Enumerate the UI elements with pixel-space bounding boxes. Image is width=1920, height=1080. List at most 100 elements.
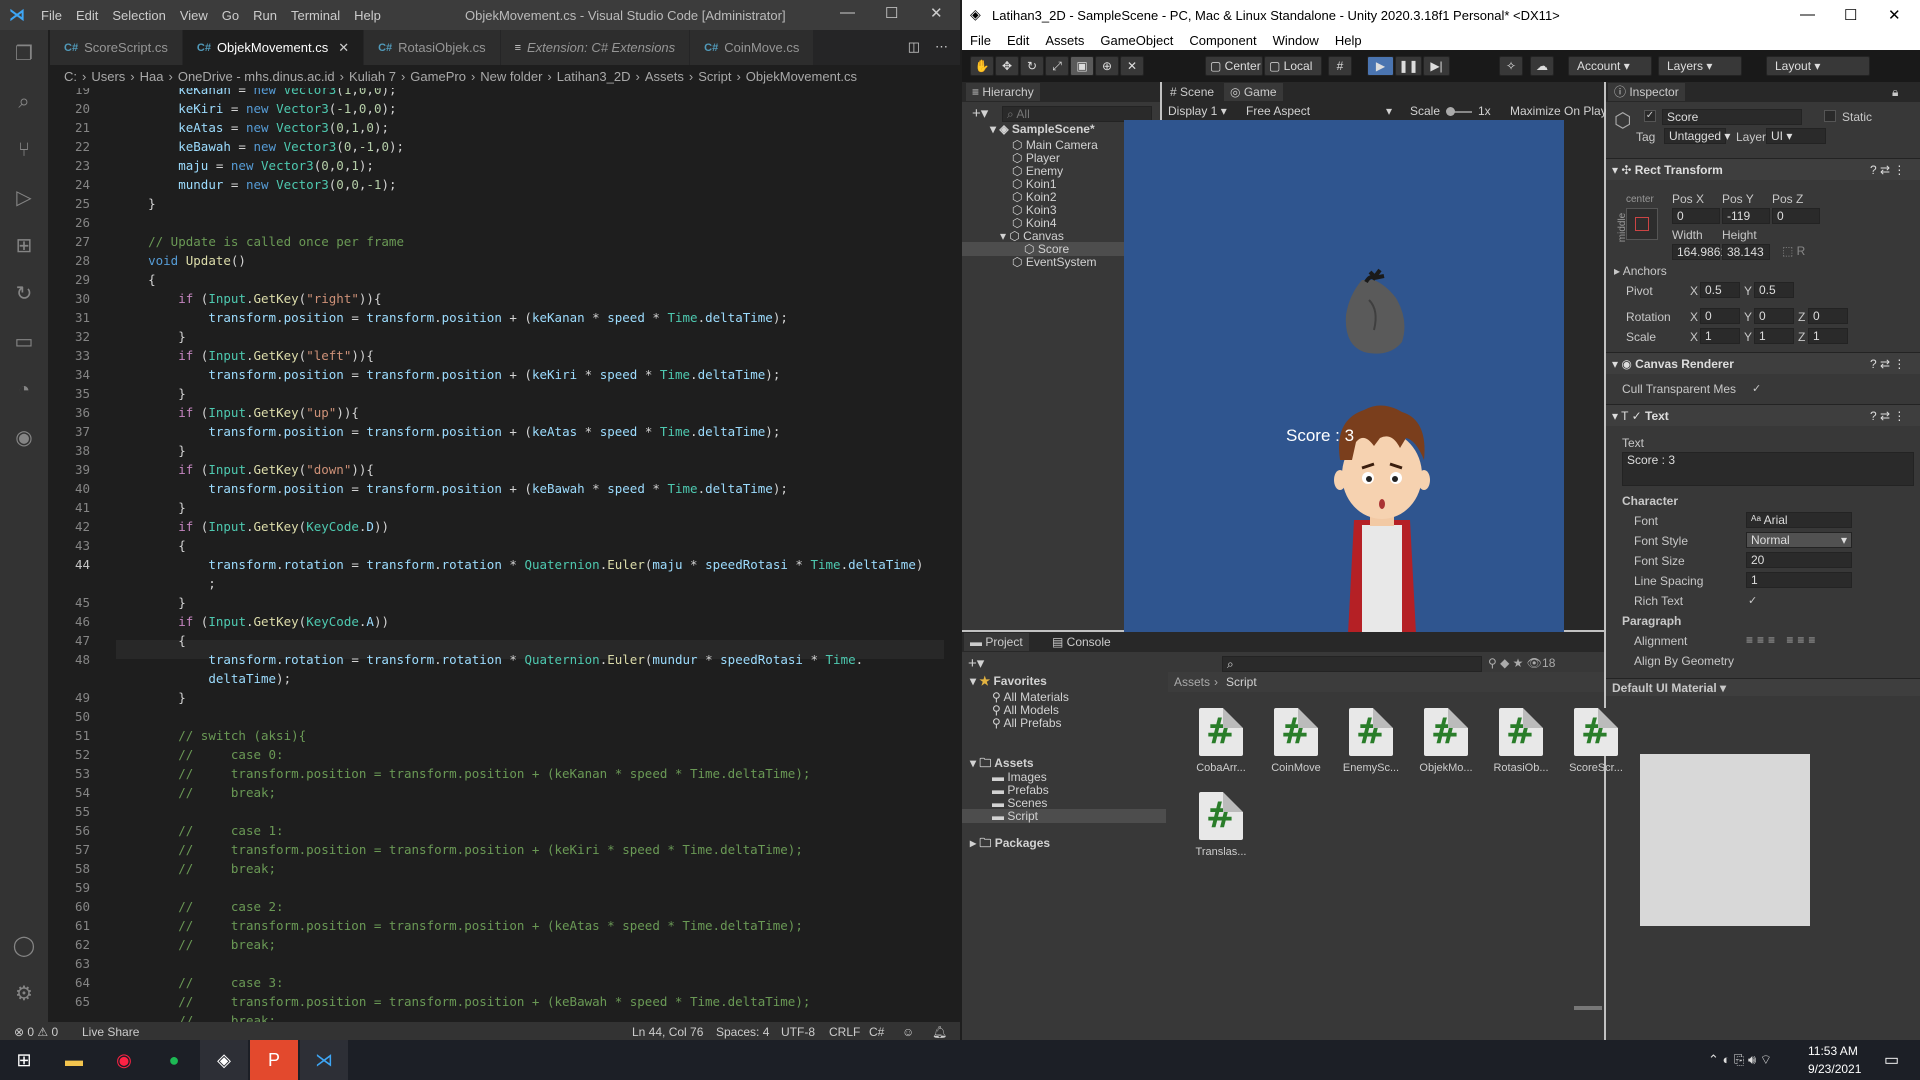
unity-taskbar-icon[interactable]: ◈ (200, 1040, 248, 1080)
custom-tool-icon[interactable]: ✕ (1120, 56, 1144, 76)
collab-icon[interactable]: ✧ (1499, 56, 1523, 76)
breadcrumb-item[interactable]: Kuliah 7 (349, 69, 396, 84)
script-asset[interactable]: # ScoreScr... (1561, 708, 1631, 774)
encoding[interactable]: UTF-8 (781, 1025, 815, 1039)
unity-menu-assets[interactable]: Assets (1037, 33, 1092, 48)
font-size-field[interactable]: 20 (1746, 552, 1852, 568)
height-field[interactable]: 38.143 (1722, 244, 1770, 260)
tab-3[interactable]: ≡ Extension: C# Extensions (500, 30, 691, 65)
breadcrumb-item[interactable]: GamePro (410, 69, 466, 84)
layout-dropdown[interactable]: Layout ▾ (1766, 56, 1870, 76)
notifications-icon[interactable]: 🔔︎ (932, 1025, 947, 1039)
scale-tool-icon[interactable]: ⤢ (1045, 56, 1069, 76)
unity-menu-gameobject[interactable]: GameObject (1092, 33, 1181, 48)
chrome-icon[interactable]: ◉ (100, 1040, 148, 1080)
asset-folder-scenes[interactable]: ▬ Scenes (992, 796, 1047, 810)
tab-inspector[interactable]: ⓘ Inspector (1608, 83, 1685, 101)
unity-menu-edit[interactable]: Edit (999, 33, 1037, 48)
explorer-icon[interactable]: ❐ (12, 42, 36, 66)
hand-tool-icon[interactable]: ✋ (970, 56, 994, 76)
maximize-icon[interactable]: ☐ (1844, 6, 1857, 24)
hierarchy-item-player[interactable]: ⬡ Player (1012, 151, 1060, 165)
clock-time[interactable]: 11:53 AM (1808, 1044, 1858, 1058)
favorites-folder[interactable]: ▾ ★ Favorites (970, 674, 1047, 688)
path-assets[interactable]: Assets (1174, 675, 1210, 689)
layer-dropdown[interactable]: UI ▾ (1766, 128, 1826, 144)
menu-run[interactable]: Run (246, 8, 284, 23)
hierarchy-item-koin2[interactable]: ⬡ Koin2 (1012, 190, 1057, 204)
scale-z-field[interactable]: 1 (1808, 328, 1848, 344)
canvas-renderer-header[interactable]: ▾ ◉ Canvas Renderer? ⇄ ⋮ (1606, 352, 1920, 374)
scene-root[interactable]: ▾ ◈ SampleScene* (990, 122, 1095, 136)
tab-console[interactable]: ▤ Console (1046, 633, 1117, 651)
pivot-y-field[interactable]: 0.5 (1754, 282, 1794, 298)
breadcrumb-item[interactable]: Script (698, 69, 731, 84)
font-style-dropdown[interactable]: Normal ▾ (1746, 532, 1852, 548)
menu-edit[interactable]: Edit (69, 8, 105, 23)
start-icon[interactable]: ⊞ (0, 1040, 48, 1080)
tab-game[interactable]: ◎ Game (1224, 83, 1283, 101)
close-tab-icon[interactable]: ✕ (338, 40, 349, 56)
more-actions-icon[interactable]: ⋯ (935, 39, 948, 55)
hierarchy-item-main-camera[interactable]: ⬡ Main Camera (1012, 138, 1098, 152)
indentation[interactable]: Spaces: 4 (716, 1025, 769, 1039)
github-icon[interactable]: ◉ (12, 426, 36, 450)
git-icon[interactable]: ◔ (12, 378, 36, 402)
pause-button[interactable]: ❚❚ (1395, 56, 1422, 76)
blueprint-mode-icon[interactable]: ⬚ R (1782, 244, 1805, 258)
tab-4[interactable]: C# CoinMove.cs (690, 30, 815, 65)
breadcrumb-item[interactable]: Assets (645, 69, 684, 84)
hierarchy-item-koin4[interactable]: ⬡ Koin4 (1012, 216, 1057, 230)
grid-snap-icon[interactable]: # (1328, 56, 1352, 76)
cursor-position[interactable]: Ln 44, Col 76 (632, 1025, 703, 1039)
posz-field[interactable]: 0 (1772, 208, 1820, 224)
posy-field[interactable]: -119 (1722, 208, 1770, 224)
extensions-icon[interactable]: ⊞ (12, 234, 36, 258)
line-spacing-field[interactable]: 1 (1746, 572, 1852, 588)
script-asset[interactable]: # CobaArr... (1186, 708, 1256, 774)
rect-transform-header[interactable]: ▾ ✣ Rect Transform? ⇄ ⋮ (1606, 158, 1920, 180)
settings-gear-icon[interactable]: ⚙ (12, 982, 36, 1006)
rotation-y-field[interactable]: 0 (1754, 308, 1794, 324)
object-name-field[interactable]: Score (1662, 109, 1802, 125)
close-icon[interactable]: ✕ (1888, 6, 1901, 24)
favorite-item[interactable]: ⚲ All Prefabs (992, 716, 1062, 730)
script-asset[interactable]: # ObjekMo... (1411, 708, 1481, 774)
asset-folder-images[interactable]: ▬ Images (992, 770, 1047, 784)
script-asset[interactable]: # RotasiOb... (1486, 708, 1556, 774)
menu-file[interactable]: File (34, 8, 69, 23)
posx-field[interactable]: 0 (1672, 208, 1720, 224)
active-checkbox[interactable]: ✓ (1644, 110, 1656, 122)
scale-y-field[interactable]: 1 (1754, 328, 1794, 344)
hierarchy-item-koin3[interactable]: ⬡ Koin3 (1012, 203, 1057, 217)
maximize-icon[interactable]: ☐ (885, 4, 898, 22)
clock-date[interactable]: 9/23/2021 (1808, 1062, 1861, 1076)
alignment-buttons[interactable]: ≡≡≡ ≡≡≡ (1746, 633, 1819, 647)
breadcrumb-item[interactable]: C: (64, 69, 77, 84)
hierarchy-item-enemy[interactable]: ⬡ Enemy (1012, 164, 1063, 178)
text-value-field[interactable]: Score : 3 (1622, 452, 1914, 486)
cull-transparent-checkbox[interactable]: ✓ (1752, 382, 1761, 395)
account-dropdown[interactable]: Account ▾ (1568, 56, 1652, 76)
packages-folder[interactable]: ▸ 🗀︎ Packages (970, 834, 1050, 855)
language-mode[interactable]: C# (869, 1025, 884, 1039)
font-field[interactable]: ᴬᵃ Arial (1746, 512, 1852, 528)
menu-view[interactable]: View (173, 8, 215, 23)
search-icon[interactable]: ⌕ (12, 90, 36, 114)
menu-selection[interactable]: Selection (105, 8, 172, 23)
live-share-icon[interactable]: ↻ (12, 282, 36, 306)
rotation-x-field[interactable]: 0 (1700, 308, 1740, 324)
transform-tool-icon[interactable]: ⊕ (1095, 56, 1119, 76)
width-field[interactable]: 164.9861 (1672, 244, 1727, 260)
favorite-item[interactable]: ⚲ All Materials (992, 690, 1069, 704)
script-asset[interactable]: # Translas... (1186, 792, 1256, 858)
source-control-icon[interactable]: ⑂ (12, 138, 36, 162)
vscode-taskbar-icon[interactable]: ⋊ (300, 1040, 348, 1080)
tab-scene[interactable]: # Scene (1164, 83, 1220, 101)
rect-tool-icon[interactable]: ▣ (1070, 56, 1094, 76)
rotate-tool-icon[interactable]: ↻ (1020, 56, 1044, 76)
menu-terminal[interactable]: Terminal (284, 8, 347, 23)
menu-go[interactable]: Go (215, 8, 246, 23)
unity-menu-window[interactable]: Window (1265, 33, 1327, 48)
text-component-header[interactable]: ▾ T ✓ Text? ⇄ ⋮ (1606, 404, 1920, 426)
